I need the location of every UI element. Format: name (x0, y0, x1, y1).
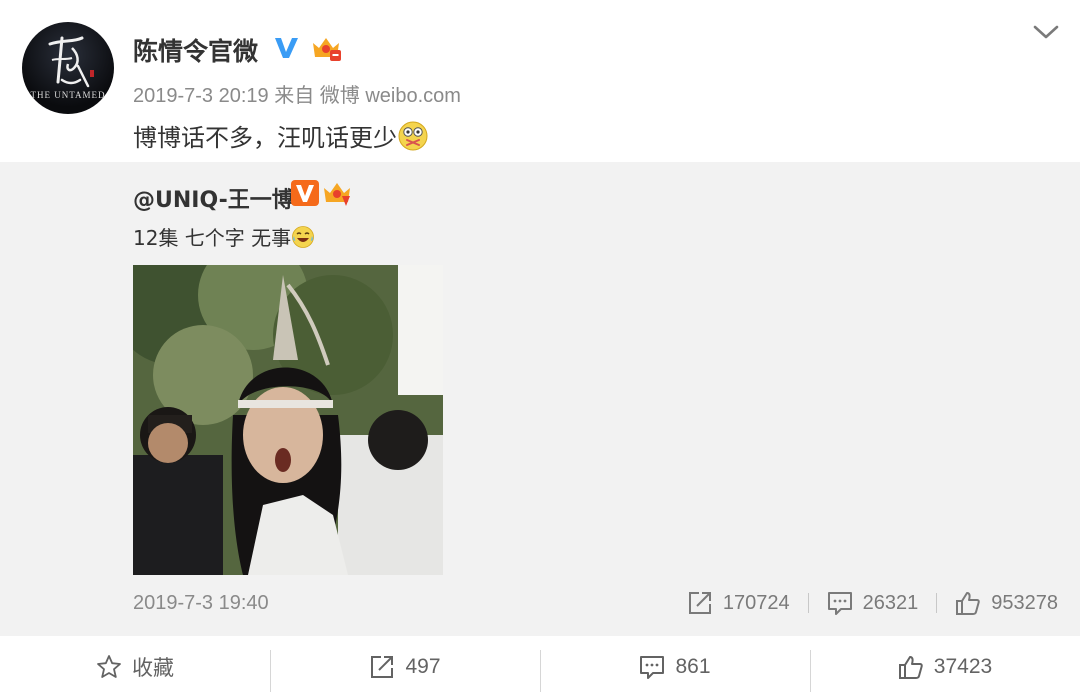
original-username[interactable]: @UNIQ-王一博 (133, 182, 294, 214)
divider (936, 593, 938, 613)
like-count: 37423 (933, 654, 993, 678)
share-icon (371, 655, 394, 678)
repost-count: 497 (405, 654, 441, 678)
post-username[interactable]: 陈情令官微 (133, 32, 258, 68)
post-timestamp[interactable]: 2019-7-3 20:19 (133, 85, 269, 107)
vip-crown-icon (324, 183, 350, 206)
thumbs-up-icon (898, 655, 923, 679)
avatar[interactable]: THE UNTAMED (22, 22, 114, 114)
post-meta: 2019-7-3 20:19 来自 微博 weibo.com (133, 79, 461, 108)
original-timestamp[interactable]: 2019-7-3 19:40 (133, 592, 269, 615)
post-image[interactable] (133, 265, 443, 575)
original-repost-count[interactable]: 170724 (687, 590, 790, 616)
vip-crown-icon (313, 38, 341, 61)
original-repost-count-value: 170724 (722, 591, 790, 614)
post-text: 博博话不多，汪叽话更少 (133, 118, 429, 153)
verified-v-icon (275, 38, 298, 58)
original-like-count-value: 953278 (991, 591, 1058, 614)
comment-count: 861 (675, 654, 711, 678)
post-source: 来自 微博 weibo.com (274, 85, 461, 107)
laughing-tears-emoji-icon (292, 226, 315, 248)
thumbs-up-icon (956, 592, 981, 615)
photo-scene (133, 265, 443, 575)
comment-icon (827, 592, 852, 615)
favorite-label: 收藏 (132, 656, 174, 680)
original-comment-count-value: 26321 (862, 591, 919, 614)
chevron-down-icon[interactable] (1032, 22, 1060, 42)
calligraphy-logo-icon (48, 36, 94, 88)
reposted-content[interactable]: @UNIQ-王一博 12集 七个字 无事 2019-7-3 19:40 1707… (0, 162, 1080, 636)
like-button[interactable]: 37423 (810, 636, 1080, 697)
original-text: 12集 七个字 无事 (133, 222, 315, 251)
original-text-content: 12集 七个字 无事 (133, 226, 292, 250)
comment-icon (640, 655, 665, 679)
star-icon (97, 654, 121, 678)
original-like-count[interactable]: 953278 (955, 590, 1058, 616)
favorite-button[interactable]: 收藏 (0, 636, 270, 697)
original-stats: 170724 26321 953278 (687, 590, 1058, 616)
repost-button[interactable]: 497 (270, 636, 540, 697)
weibo-post: THE UNTAMED 陈情令官微 2019-7-3 20:19 来自 微博 w… (0, 0, 1080, 162)
avatar-brand-text: THE UNTAMED (30, 90, 106, 100)
post-text-content: 博博话不多，汪叽话更少 (133, 124, 397, 152)
zipped-mouth-emoji-icon (398, 121, 428, 151)
verified-orange-v-icon (291, 180, 319, 206)
divider (807, 593, 809, 613)
action-bar: 收藏 497 861 37423 (0, 636, 1080, 697)
comment-button[interactable]: 861 (540, 636, 810, 697)
original-comment-count[interactable]: 26321 (827, 590, 919, 616)
share-icon (688, 592, 711, 614)
